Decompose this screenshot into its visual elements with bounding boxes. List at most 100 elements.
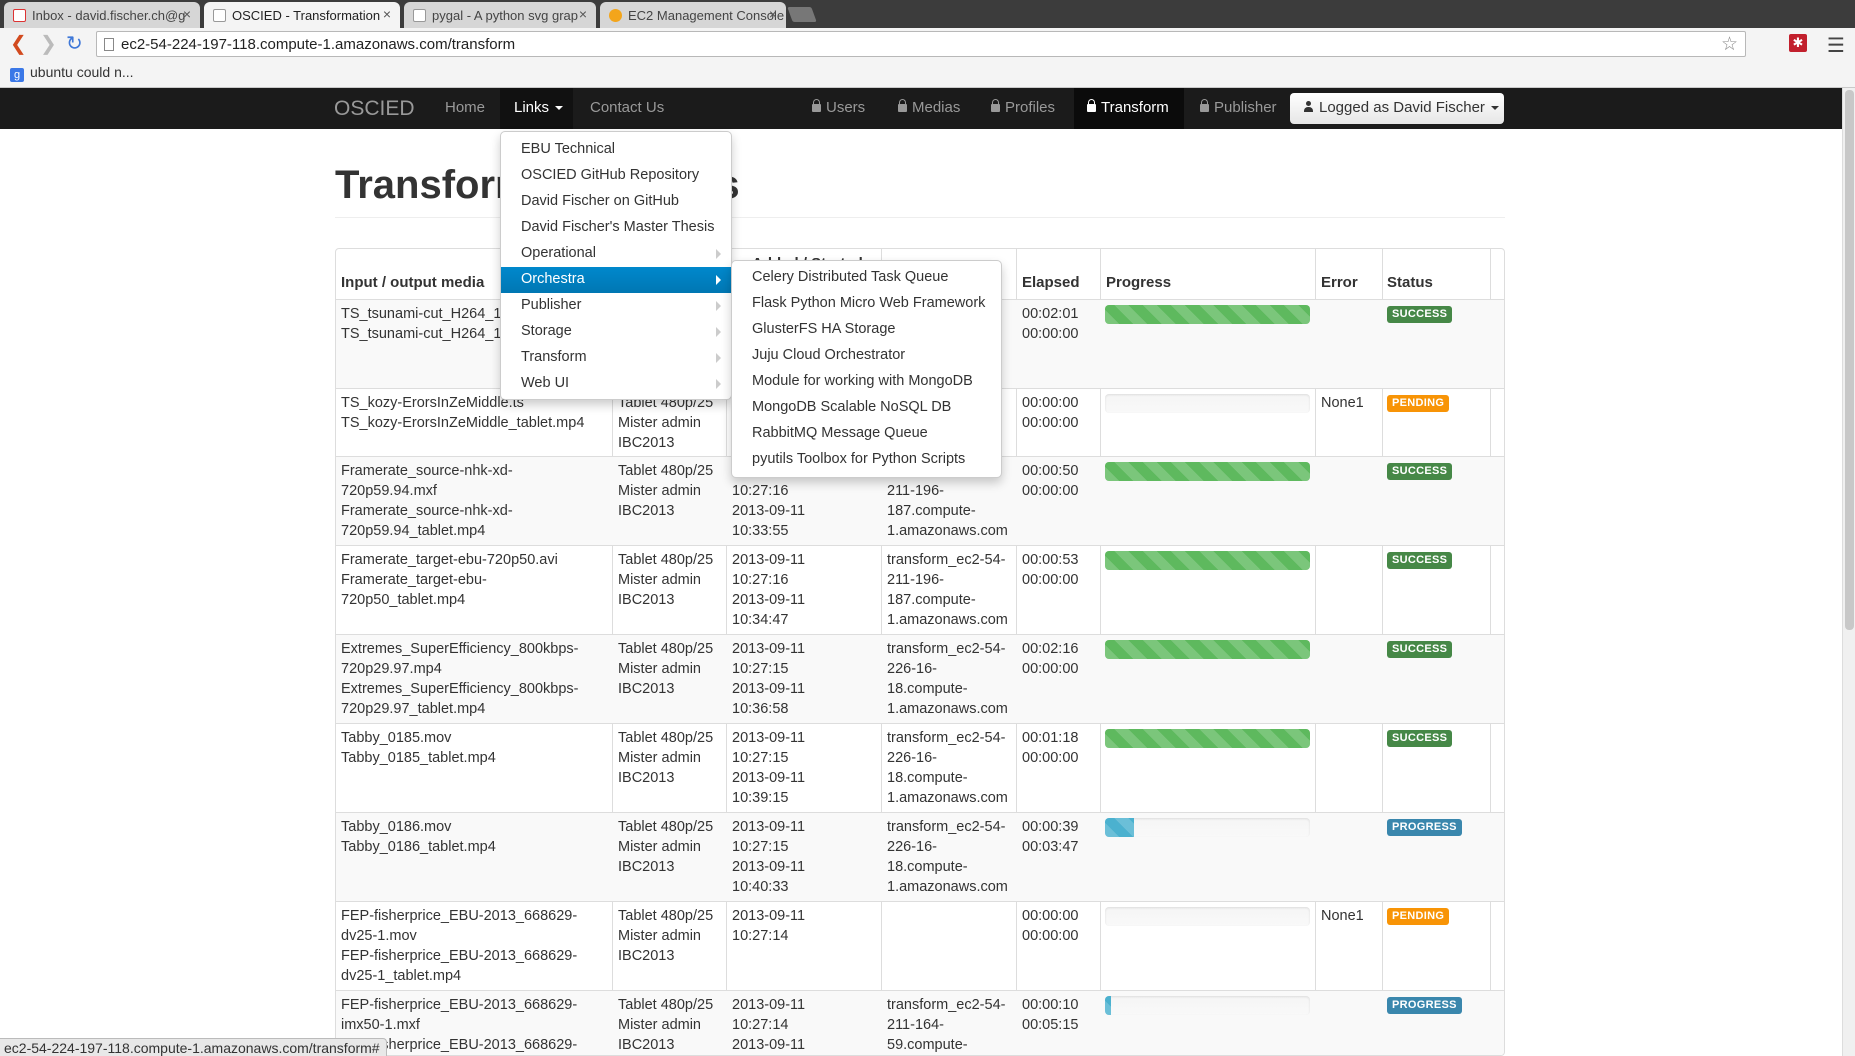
bookmark-item[interactable]: g ubuntu could n...	[10, 64, 134, 82]
progress-bar	[1105, 305, 1310, 324]
links-menu-item[interactable]: Operational	[501, 241, 731, 267]
close-icon[interactable]: ×	[579, 6, 587, 22]
cell-line: 720p29.97.mp4	[341, 661, 442, 677]
orchestra-menu-item[interactable]: Flask Python Micro Web Framework	[732, 291, 1001, 317]
nav-publisher-label: Publisher	[1214, 99, 1277, 116]
links-menu-item[interactable]: David Fischer on GitHub	[501, 189, 731, 215]
scrollbar-thumb[interactable]	[1845, 90, 1854, 630]
orchestra-menu-item[interactable]: pyutils Toolbox for Python Scripts	[732, 447, 1001, 473]
chevron-right-icon	[716, 327, 721, 337]
cell-line: transform_ec2-54-	[887, 997, 1006, 1013]
cell-line: 00:00:39	[1022, 819, 1079, 835]
url-text: ec2-54-224-197-118.compute-1.amazonaws.c…	[121, 36, 516, 53]
nav-profiles[interactable]: Profiles	[991, 99, 1055, 116]
links-menu-item[interactable]: Orchestra	[501, 267, 731, 293]
header-status[interactable]: Status	[1387, 274, 1433, 291]
nav-medias[interactable]: Medias	[898, 99, 960, 116]
nav-users[interactable]: Users	[812, 99, 865, 116]
extension-icon[interactable]: ✱	[1789, 34, 1807, 52]
caret-down-icon	[1490, 106, 1499, 110]
reload-icon[interactable]: ↻	[66, 33, 83, 55]
cell-line: 00:00:00	[1022, 415, 1079, 431]
header-progress[interactable]: Progress	[1106, 274, 1171, 291]
new-tab-button[interactable]	[787, 7, 817, 22]
brand-logo[interactable]: OSCIED	[334, 97, 415, 121]
nav-transform[interactable]: Transform	[1074, 88, 1184, 129]
browser-tab-ec2[interactable]: EC2 Management Console ×	[600, 2, 786, 28]
browser-tab-gmail[interactable]: Inbox - david.fischer.ch@g ×	[4, 2, 200, 28]
cell-line: dv25-1.mov	[341, 928, 417, 944]
status-badge: SUCCESS	[1387, 463, 1453, 480]
cell-line: IBC2013	[618, 1037, 675, 1053]
menu-item-label: Publisher	[521, 297, 582, 313]
nav-home[interactable]: Home	[445, 99, 485, 116]
table-row: FEP-fisherprice_EBU-2013_668629- imx50-1.…	[336, 990, 1504, 1055]
cell-line: 00:00:50	[1022, 463, 1079, 479]
links-menu-item[interactable]: Publisher	[501, 293, 731, 319]
cell-line: Framerate_source-nhk-xd-	[341, 503, 513, 519]
header-media[interactable]: Input / output media	[341, 274, 484, 291]
orchestra-menu-item[interactable]: GlusterFS HA Storage	[732, 317, 1001, 343]
cell-line: 10:27:15	[732, 750, 789, 766]
nav-links-dropdown[interactable]: Links	[500, 88, 573, 129]
cell-error: None1	[1321, 908, 1364, 924]
cell-line: Mister admin	[618, 839, 701, 855]
progress-bar	[1105, 907, 1310, 926]
bookmarks-bar: g ubuntu could n...	[0, 60, 1855, 88]
links-menu-item[interactable]: Web UI	[501, 371, 731, 397]
hamburger-menu-icon[interactable]: ☰	[1827, 33, 1845, 58]
close-icon[interactable]: ×	[383, 6, 391, 22]
cell-line: Tablet 480p/25	[618, 463, 714, 479]
bookmark-star-icon[interactable]: ☆	[1721, 33, 1738, 56]
orchestra-menu-item[interactable]: Module for working with MongoDB	[732, 369, 1001, 395]
table-row: Extremes_SuperEfficiency_800kbps- 720p29.…	[336, 634, 1504, 723]
browser-tab-pygal[interactable]: pygal - A python svg grap ×	[404, 2, 596, 28]
address-bar[interactable]: ec2-54-224-197-118.compute-1.amazonaws.c…	[96, 31, 1746, 57]
orchestra-menu-item[interactable]: Juju Cloud Orchestrator	[732, 343, 1001, 369]
page-scrollbar[interactable]	[1842, 88, 1855, 1056]
links-menu-item[interactable]: David Fischer's Master Thesis	[501, 215, 731, 241]
cell-error: None1	[1321, 395, 1364, 411]
browser-toolbar: ❮ ❯ ↻ ec2-54-224-197-118.compute-1.amazo…	[0, 28, 1855, 60]
cell-line: 00:00:00	[1022, 395, 1079, 411]
cell-profile: Tablet 480p/25 Mister admin IBC2013	[618, 906, 713, 966]
cell-line: Mister admin	[618, 415, 701, 431]
links-menu-item[interactable]: Storage	[501, 319, 731, 345]
links-menu-item[interactable]: OSCIED GitHub Repository	[501, 163, 731, 189]
cell-line: 00:05:15	[1022, 1017, 1079, 1033]
cell-line: TS_tsunami-cut_H264_1	[341, 326, 502, 342]
browser-tab-strip: Inbox - david.fischer.ch@g × OSCIED - Tr…	[0, 0, 1855, 28]
cell-line: 720p59.94.mxf	[341, 483, 437, 499]
lock-icon	[898, 99, 907, 112]
aws-icon	[609, 9, 622, 22]
cell-line: IBC2013	[618, 770, 675, 786]
cell-line: 2013-09-11	[732, 908, 806, 924]
cell-elapsed: 00:00:00 00:00:00	[1022, 393, 1078, 433]
cell-line: IBC2013	[618, 592, 675, 608]
close-icon[interactable]: ×	[769, 6, 777, 22]
user-menu-button[interactable]: Logged as David Fischer	[1290, 93, 1504, 124]
lock-icon	[1087, 99, 1096, 112]
lock-icon	[1200, 99, 1209, 112]
progress-fill	[1105, 996, 1112, 1015]
user-menu-label: Logged as David Fischer	[1319, 99, 1485, 116]
close-icon[interactable]: ×	[183, 6, 191, 22]
links-menu-item[interactable]: Transform	[501, 345, 731, 371]
header-elapsed[interactable]: Elapsed	[1022, 274, 1080, 291]
cell-line: 00:00:00	[1022, 750, 1079, 766]
progress-bar	[1105, 394, 1310, 413]
orchestra-menu-item[interactable]: MongoDB Scalable NoSQL DB	[732, 395, 1001, 421]
orchestra-menu-item[interactable]: RabbitMQ Message Queue	[732, 421, 1001, 447]
links-menu-item[interactable]: EBU Technical	[501, 137, 731, 163]
browser-tab-oscied[interactable]: OSCIED - Transformation ×	[204, 2, 400, 28]
header-error[interactable]: Error	[1321, 274, 1358, 291]
cell-elapsed: 00:01:18 00:00:00	[1022, 728, 1078, 768]
orchestra-menu-item[interactable]: Celery Distributed Task Queue	[732, 265, 1001, 291]
back-icon[interactable]: ❮	[10, 33, 27, 55]
cell-line: 2013-09-11	[732, 770, 806, 786]
forward-icon[interactable]: ❯	[40, 33, 57, 55]
nav-contact[interactable]: Contact Us	[590, 99, 664, 116]
cell-profile: Tablet 480p/25 Mister admin IBC2013	[618, 550, 713, 610]
cell-dates: 2013-09-11 10:27:15 2013-09-11 10:36:58	[732, 639, 805, 719]
nav-publisher[interactable]: Publisher	[1200, 99, 1277, 116]
